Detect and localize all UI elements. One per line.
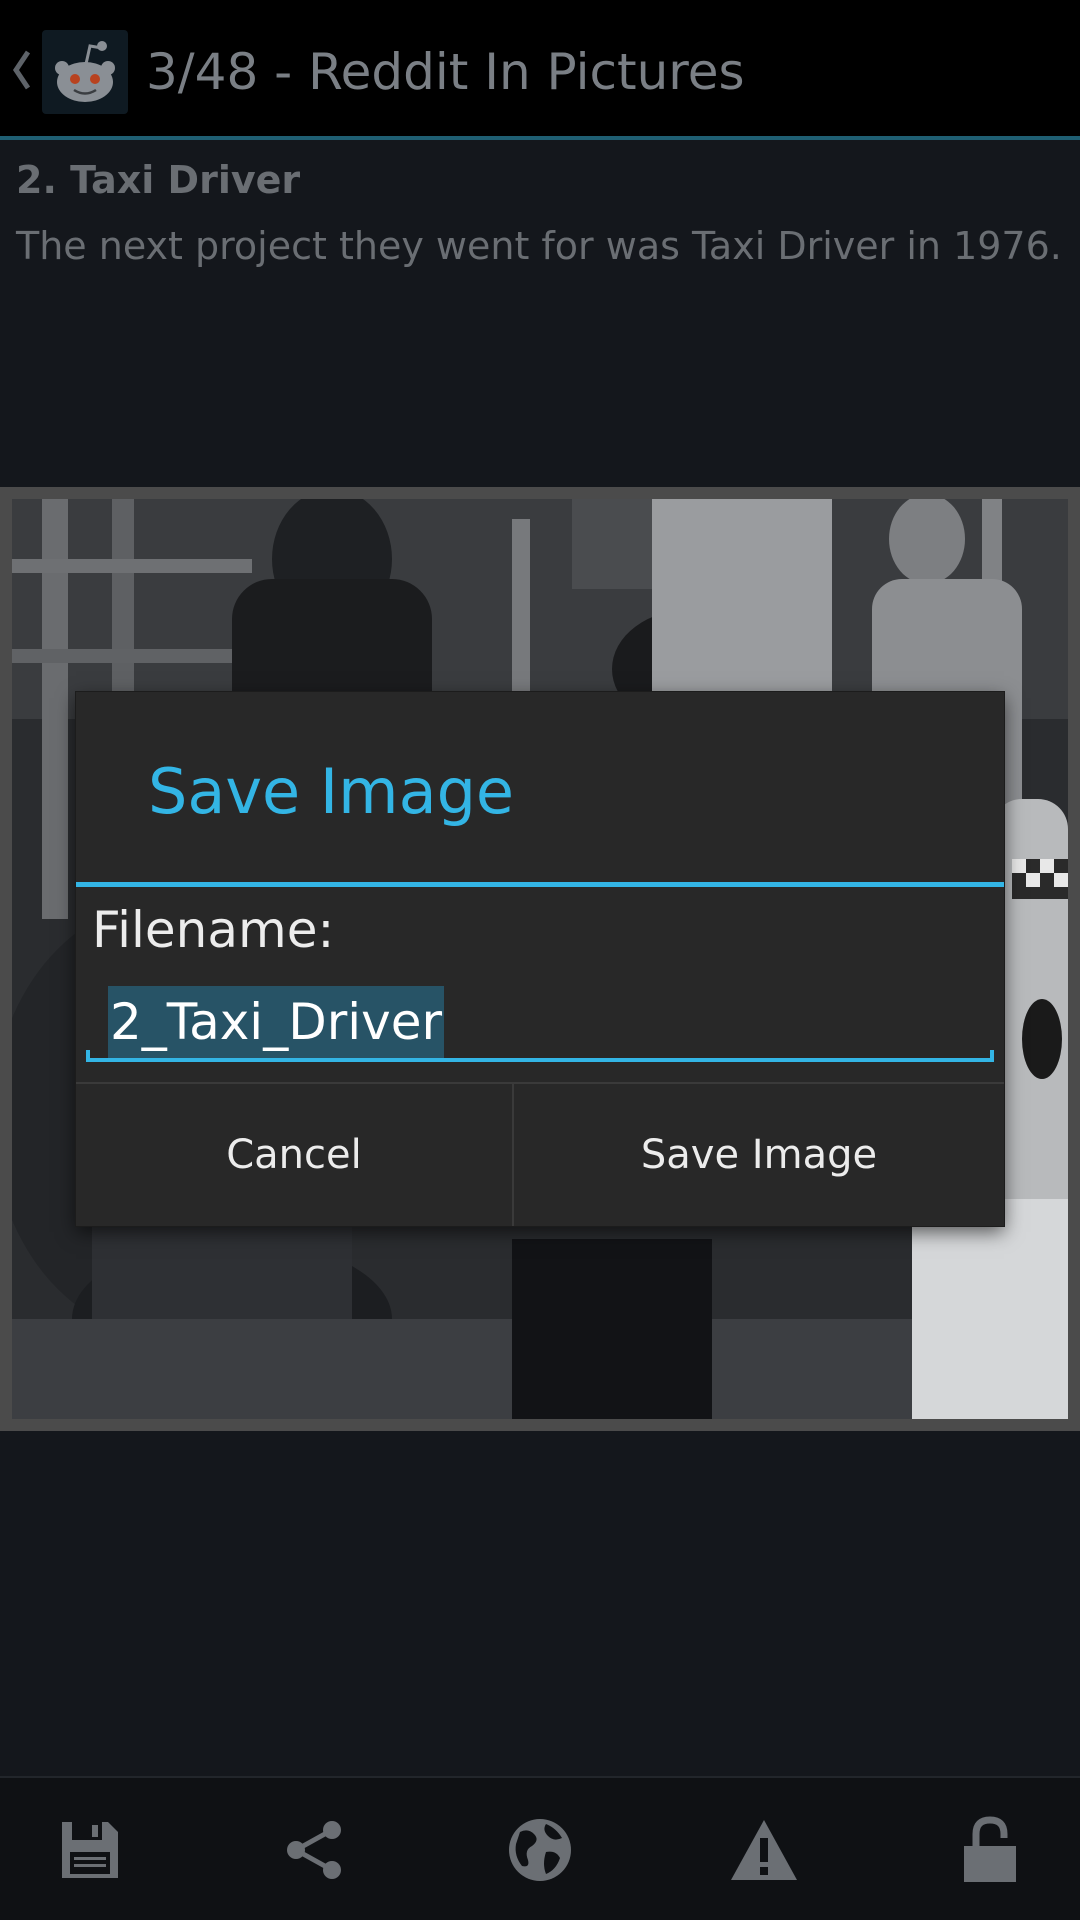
save-image-dialog: Save Image Filename: 2_Taxi_Driver Cance… bbox=[76, 692, 1004, 1226]
reddit-alien-icon[interactable] bbox=[42, 30, 128, 114]
action-bar: 3/48 - Reddit In Pictures bbox=[0, 0, 1080, 140]
save-icon[interactable] bbox=[40, 1800, 140, 1900]
post-title: 2. Taxi Driver bbox=[16, 158, 301, 202]
dialog-title-divider bbox=[76, 882, 1004, 887]
chevron-left-icon[interactable] bbox=[10, 44, 34, 96]
post-description: The next project they went for was Taxi … bbox=[16, 224, 1062, 268]
lock-icon[interactable] bbox=[940, 1800, 1040, 1900]
save-image-button[interactable]: Save Image bbox=[514, 1084, 1004, 1226]
share-icon[interactable] bbox=[264, 1800, 364, 1900]
cancel-button[interactable]: Cancel bbox=[76, 1084, 514, 1226]
filename-input[interactable]: 2_Taxi_Driver bbox=[86, 982, 994, 1062]
filename-input-value[interactable]: 2_Taxi_Driver bbox=[108, 986, 445, 1058]
dialog-title: Save Image bbox=[148, 755, 515, 828]
dialog-button-bar: Cancel Save Image bbox=[76, 1082, 1004, 1226]
warning-icon[interactable] bbox=[714, 1800, 814, 1900]
screen: 3/48 - Reddit In Pictures 2. Taxi Driver… bbox=[0, 0, 1080, 1920]
filename-label: Filename: bbox=[92, 901, 335, 959]
bottom-action-bar bbox=[0, 1776, 1080, 1920]
globe-icon[interactable] bbox=[490, 1800, 590, 1900]
action-bar-title: 3/48 - Reddit In Pictures bbox=[146, 43, 745, 101]
